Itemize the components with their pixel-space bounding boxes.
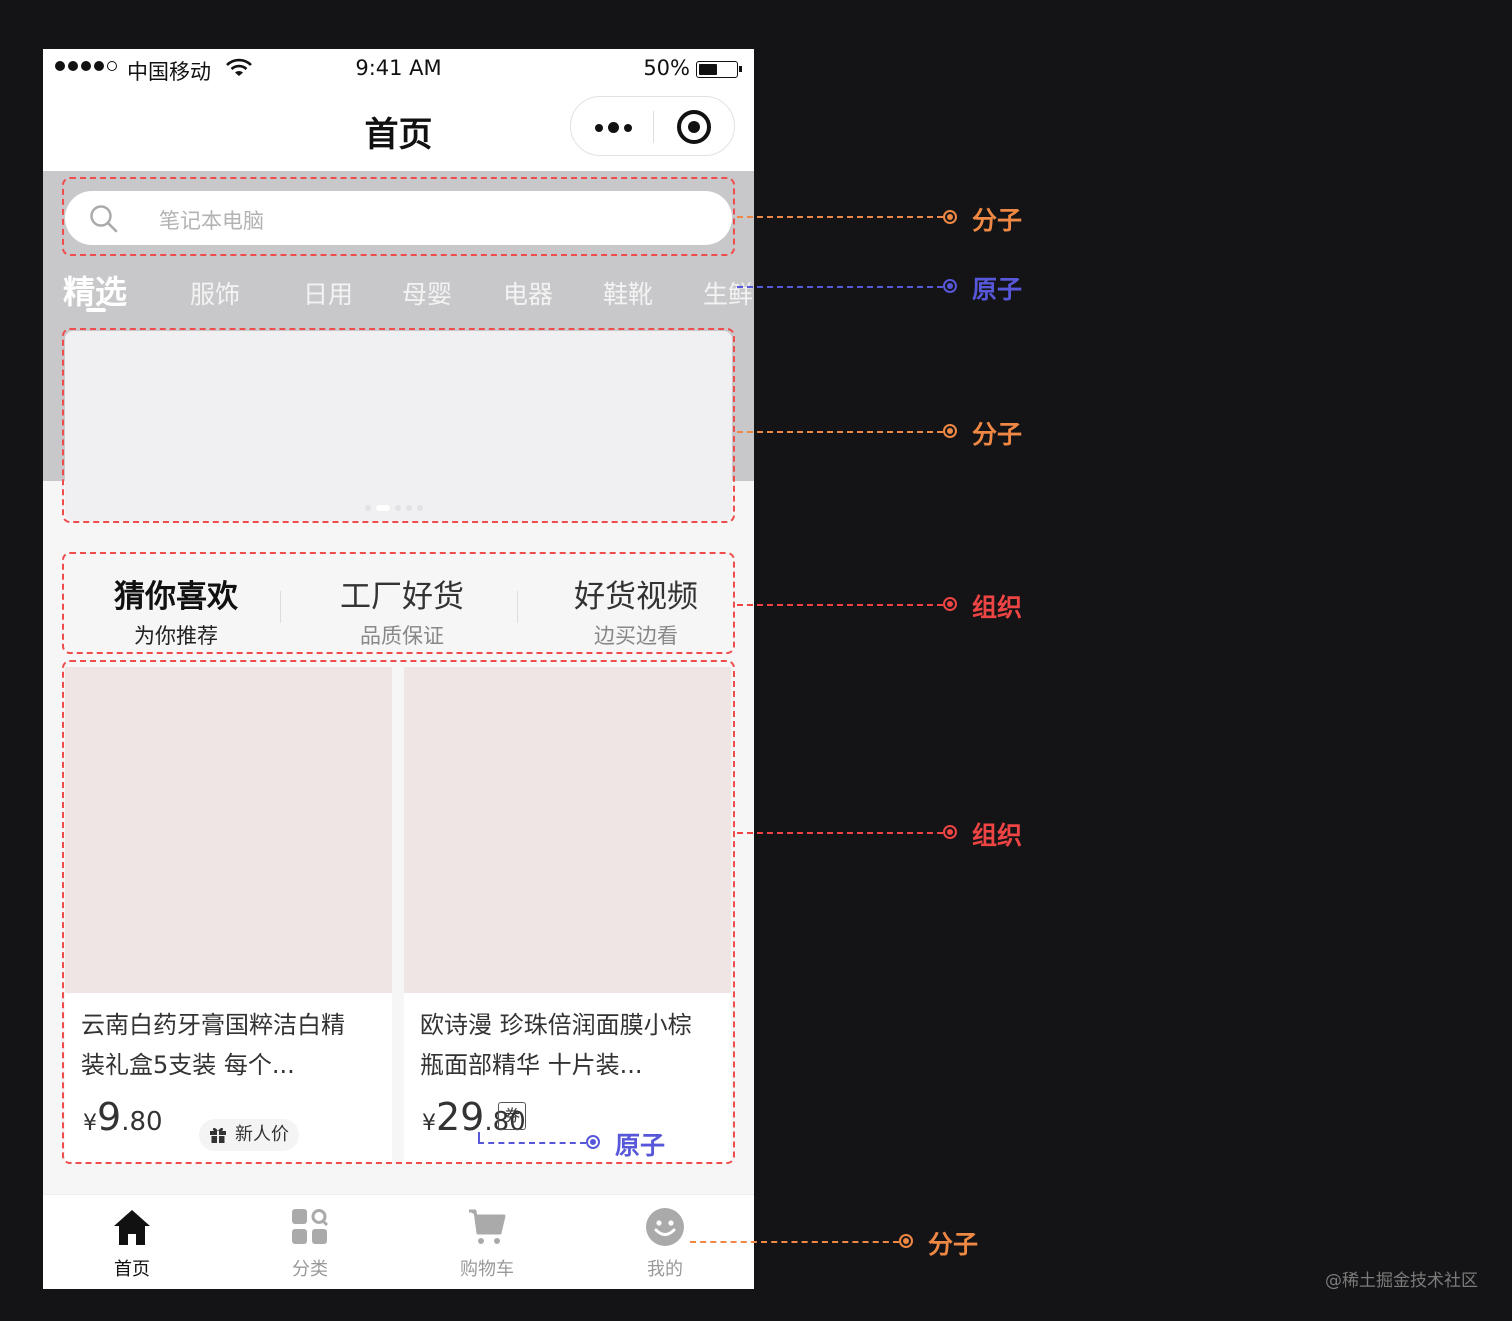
more-icon[interactable]	[595, 122, 632, 133]
cart-icon	[437, 1205, 537, 1249]
annotation-marker	[943, 597, 957, 611]
label-atom-coupon: 原子	[615, 1131, 666, 1160]
annotation-marker	[586, 1135, 600, 1149]
home-icon	[82, 1205, 182, 1249]
close-target-icon[interactable]	[677, 110, 711, 144]
mini-program-capsule	[570, 96, 735, 156]
battery-percent: 50%	[643, 56, 690, 80]
tab-jingxuan[interactable]: 精选	[63, 267, 127, 313]
tabbar-label: 首页	[114, 1259, 150, 1280]
annotation-marker	[899, 1234, 913, 1248]
bottom-tab-bar: 首页 分类 购物车 我的	[43, 1194, 754, 1289]
tab-shengxian[interactable]: 生鲜	[703, 275, 753, 311]
capsule-divider	[653, 111, 654, 143]
leader-line	[737, 431, 943, 433]
tab-fushi[interactable]: 服饰	[190, 275, 240, 311]
organism-outline-categories	[62, 552, 735, 654]
battery-icon	[696, 61, 742, 78]
leader-line	[737, 286, 943, 288]
label-molecule-search: 分子	[972, 206, 1023, 235]
tabbar-home[interactable]: 首页	[82, 1205, 182, 1281]
molecule-outline-banner	[62, 328, 735, 523]
tabbar-category[interactable]: 分类	[260, 1205, 360, 1281]
annotation-marker	[943, 825, 957, 839]
watermark: @稀土掘金技术社区	[1325, 1271, 1478, 1291]
tabbar-me[interactable]: 我的	[615, 1205, 715, 1281]
tab-dianqi[interactable]: 电器	[503, 275, 553, 311]
leader-line	[478, 1142, 586, 1144]
tab-riyong[interactable]: 日用	[303, 275, 353, 311]
label-organism-products: 组织	[972, 821, 1023, 850]
leader-line	[478, 1132, 480, 1142]
label-molecule-banner: 分子	[972, 420, 1023, 449]
leader-line	[737, 604, 943, 606]
tabbar-label: 我的	[647, 1259, 683, 1280]
label-organism-categories: 组织	[972, 593, 1023, 622]
tab-muying[interactable]: 母婴	[402, 275, 452, 311]
label-atom-tabs: 原子	[972, 275, 1023, 304]
tabbar-label: 购物车	[460, 1259, 514, 1280]
annotation-marker	[943, 279, 957, 293]
tabbar-cart[interactable]: 购物车	[437, 1205, 537, 1281]
leader-line	[737, 832, 943, 834]
active-tab-indicator	[86, 308, 106, 312]
battery-fill	[699, 64, 717, 75]
nav-bar: 首页	[43, 91, 754, 171]
grid-icon	[260, 1205, 360, 1249]
organism-outline-products	[62, 660, 735, 1164]
annotation-marker	[943, 424, 957, 438]
leader-line	[737, 216, 943, 218]
molecule-outline-search	[62, 177, 735, 256]
leader-line	[690, 1241, 899, 1243]
tabbar-label: 分类	[292, 1259, 328, 1280]
label-molecule-tabbar: 分子	[928, 1230, 979, 1259]
annotation-marker	[943, 210, 957, 224]
tab-xiexue[interactable]: 鞋靴	[603, 275, 653, 311]
category-tabs: 精选 服饰 日用 母婴 电器 鞋靴 生鲜	[43, 267, 754, 317]
status-bar: 中国移动 9:41 AM 50%	[43, 49, 754, 91]
